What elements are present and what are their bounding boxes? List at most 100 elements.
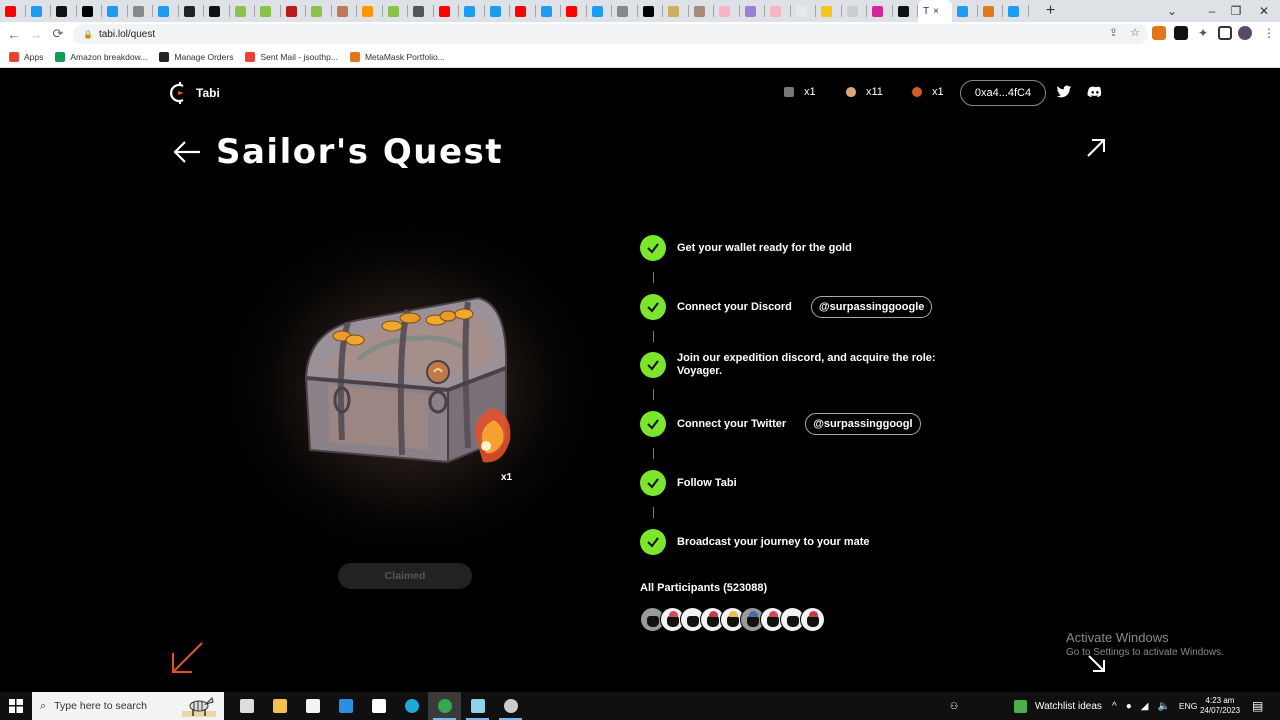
taskbar-app[interactable] bbox=[263, 692, 296, 720]
browser-tab[interactable] bbox=[485, 0, 510, 22]
bookmark-item[interactable]: Sent Mail - jsouthp... bbox=[245, 51, 338, 62]
tab-search-button[interactable]: ⌄ bbox=[1152, 0, 1192, 22]
claimed-button[interactable]: Claimed bbox=[338, 563, 472, 589]
browser-tab[interactable] bbox=[536, 0, 561, 22]
watchlist-widget[interactable]: Watchlist ideas bbox=[1014, 692, 1102, 720]
browser-tab[interactable] bbox=[0, 0, 26, 22]
browser-tab[interactable] bbox=[434, 0, 459, 22]
browser-tab[interactable] bbox=[459, 0, 485, 22]
bookmark-item[interactable]: Amazon breakdow... bbox=[55, 51, 147, 62]
bookmark-item[interactable]: MetaMask Portfolio... bbox=[349, 51, 445, 62]
close-window-button[interactable]: ✕ bbox=[1244, 0, 1280, 22]
taskbar-search-input[interactable]: ⌕ Type here to search bbox=[32, 692, 224, 720]
twitter-icon[interactable] bbox=[1056, 84, 1072, 100]
browser-tab[interactable] bbox=[867, 0, 893, 22]
back-arrow-icon[interactable] bbox=[172, 139, 202, 165]
browser-tab[interactable] bbox=[332, 0, 357, 22]
browser-tab[interactable] bbox=[255, 0, 281, 22]
browser-tab[interactable] bbox=[77, 0, 102, 22]
notifications-icon[interactable]: ▤ bbox=[1252, 692, 1263, 720]
browser-tab[interactable] bbox=[765, 0, 791, 22]
wifi-icon[interactable]: ◢ bbox=[1141, 701, 1149, 712]
arrow-up-right-icon[interactable] bbox=[1086, 138, 1106, 158]
browser-tab[interactable] bbox=[383, 0, 408, 22]
browser-tab[interactable] bbox=[612, 0, 638, 22]
wallet-address-button[interactable]: 0xa4...4fC4 bbox=[960, 80, 1046, 106]
chest-item-icon bbox=[784, 87, 794, 97]
bookmark-item[interactable]: Manage Orders bbox=[159, 51, 233, 62]
volume-icon[interactable]: 🔈 bbox=[1157, 701, 1169, 712]
tray-chevron-up-icon[interactable]: ^ bbox=[1112, 701, 1117, 712]
arrow-down-right-icon[interactable] bbox=[1088, 655, 1106, 673]
back-button[interactable]: ← bbox=[3, 27, 25, 42]
browser-tab[interactable] bbox=[638, 0, 663, 22]
browser-tab[interactable] bbox=[179, 0, 204, 22]
tabi-logo[interactable]: Tabi bbox=[170, 82, 220, 104]
bookmark-item[interactable]: Apps bbox=[9, 51, 43, 62]
bookmark-star-icon[interactable]: ☆ bbox=[1130, 26, 1140, 39]
microphone-icon[interactable]: ● bbox=[1126, 701, 1132, 712]
participant-avatar[interactable] bbox=[800, 607, 825, 632]
clock[interactable]: 4:23 am 24/07/2023 bbox=[1200, 692, 1240, 720]
url-input[interactable]: 🔒 tabi.lol/quest ⇪ ☆ bbox=[73, 24, 1148, 44]
reload-button[interactable]: ⟳ bbox=[47, 26, 69, 42]
discord-handle-badge[interactable]: @surpassinggoogle bbox=[810, 296, 933, 318]
metamask-extension-icon[interactable] bbox=[1152, 26, 1166, 40]
browser-tab[interactable] bbox=[230, 0, 255, 22]
share-icon[interactable]: ⇪ bbox=[1109, 26, 1118, 39]
arrow-down-left-icon[interactable] bbox=[170, 641, 204, 675]
inventory-chest[interactable]: x1 bbox=[784, 86, 816, 98]
browser-tab[interactable] bbox=[357, 0, 383, 22]
taskbar-app[interactable] bbox=[428, 692, 461, 720]
browser-tab[interactable] bbox=[26, 0, 51, 22]
browser-tab[interactable] bbox=[893, 0, 918, 22]
close-tab-icon[interactable]: × bbox=[933, 6, 939, 17]
discord-icon[interactable] bbox=[1087, 84, 1103, 100]
browser-tab[interactable] bbox=[587, 0, 612, 22]
start-button[interactable] bbox=[0, 692, 32, 720]
paw-extension-icon[interactable] bbox=[1174, 26, 1188, 40]
new-tab-button[interactable]: + bbox=[1041, 2, 1061, 20]
browser-tab-active[interactable]: T × bbox=[918, 0, 952, 22]
language-indicator[interactable]: ENG bbox=[1179, 701, 1197, 711]
browser-tab[interactable] bbox=[408, 0, 434, 22]
menu-kebab-icon[interactable]: ⋮ bbox=[1262, 26, 1276, 40]
browser-tab[interactable] bbox=[1003, 0, 1029, 22]
inventory-fire[interactable]: x1 bbox=[912, 86, 944, 98]
browser-tab[interactable] bbox=[978, 0, 1003, 22]
profile-avatar[interactable] bbox=[1238, 26, 1252, 40]
browser-tab[interactable] bbox=[153, 0, 179, 22]
taskbar-app[interactable] bbox=[296, 692, 329, 720]
taskbar-app[interactable] bbox=[362, 692, 395, 720]
browser-tab[interactable] bbox=[102, 0, 128, 22]
taskbar-app[interactable] bbox=[395, 692, 428, 720]
browser-tab[interactable] bbox=[740, 0, 765, 22]
browser-tab[interactable] bbox=[561, 0, 587, 22]
participant-avatars bbox=[640, 607, 825, 632]
browser-tab[interactable] bbox=[952, 0, 978, 22]
browser-tab[interactable] bbox=[663, 0, 689, 22]
browser-tab[interactable] bbox=[816, 0, 842, 22]
browser-tab[interactable] bbox=[689, 0, 714, 22]
participants-label: All Participants (523088) bbox=[640, 582, 768, 594]
fire-qty: x1 bbox=[932, 86, 944, 98]
browser-tab[interactable] bbox=[510, 0, 536, 22]
taskbar-app[interactable] bbox=[461, 692, 494, 720]
taskbar-app[interactable] bbox=[494, 692, 527, 720]
browser-tab[interactable] bbox=[204, 0, 230, 22]
side-panel-icon[interactable] bbox=[1218, 26, 1232, 40]
inventory-egg[interactable]: x11 bbox=[846, 86, 883, 98]
browser-tab[interactable] bbox=[306, 0, 332, 22]
browser-tab[interactable] bbox=[842, 0, 867, 22]
browser-tab[interactable] bbox=[714, 0, 740, 22]
browser-tab[interactable] bbox=[791, 0, 816, 22]
extensions-puzzle-icon[interactable]: ✦ bbox=[1196, 26, 1210, 40]
browser-tab[interactable] bbox=[281, 0, 306, 22]
browser-tab[interactable] bbox=[128, 0, 153, 22]
taskbar-app[interactable] bbox=[329, 692, 362, 720]
forward-button[interactable]: → bbox=[25, 27, 47, 42]
people-icon[interactable]: ⚇ bbox=[950, 692, 958, 720]
browser-tab[interactable] bbox=[51, 0, 77, 22]
twitter-handle-badge[interactable]: @surpassinggoogl bbox=[805, 413, 921, 435]
taskbar-app[interactable] bbox=[230, 692, 263, 720]
